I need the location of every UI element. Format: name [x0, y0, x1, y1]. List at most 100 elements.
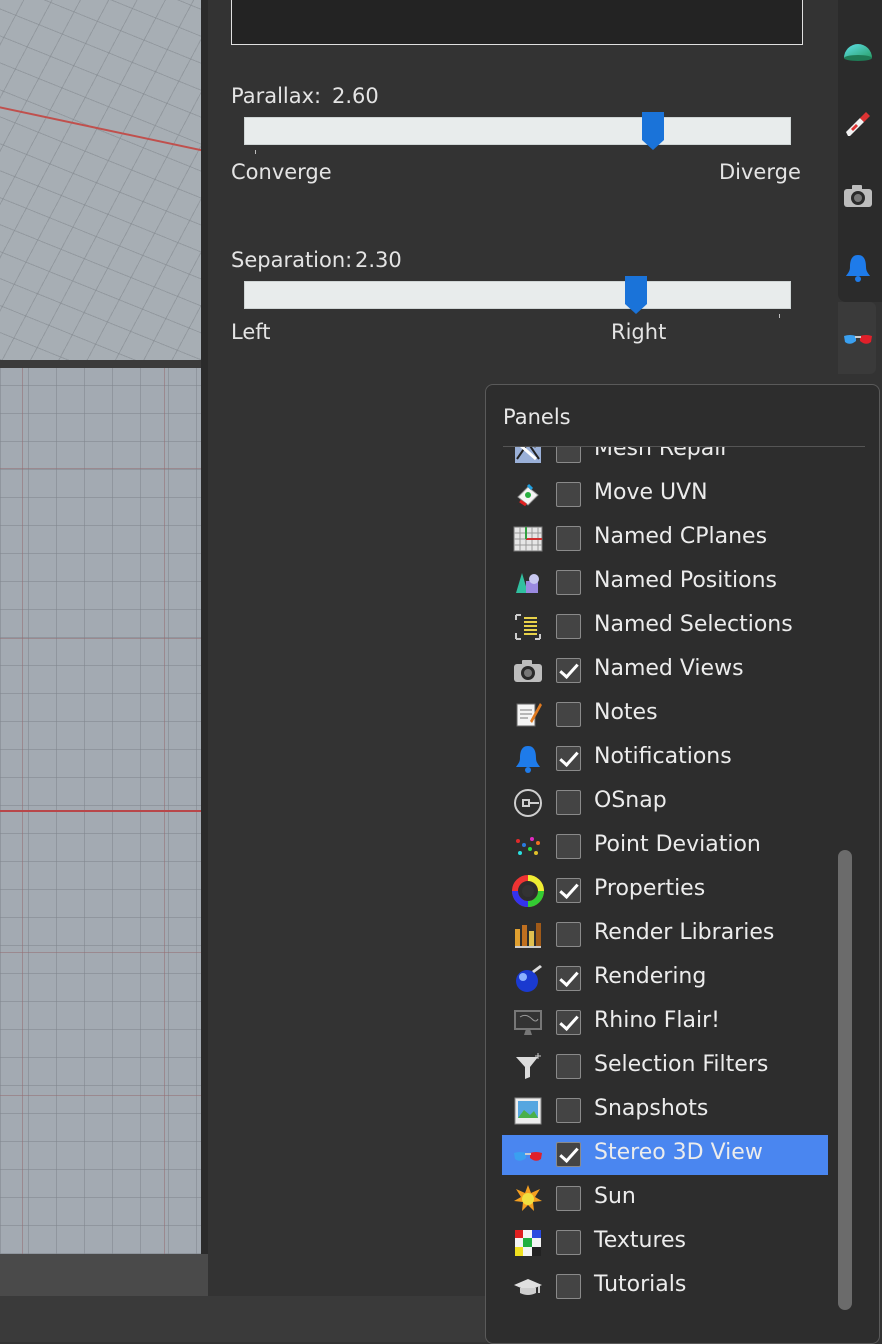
panel-item-label: Textures [594, 1228, 686, 1253]
panel-item-label: Stereo 3D View [594, 1140, 763, 1165]
separation-label: Separation: [231, 248, 353, 272]
x-axis-line [0, 810, 201, 812]
parallax-slider[interactable] [244, 117, 791, 145]
panel-item-checkbox[interactable] [556, 482, 581, 507]
separation-slider[interactable] [244, 281, 791, 309]
panel-item-textures[interactable]: Textures [502, 1223, 828, 1263]
panels-list: Mesh Repair Move UVN Named CPlanes Named Po… [486, 447, 881, 1327]
panel-item-properties[interactable]: Properties [502, 871, 828, 911]
panel-item-checkbox[interactable] [556, 1142, 581, 1167]
panel-item-checkbox[interactable] [556, 447, 581, 463]
panel-item-label: Move UVN [594, 480, 708, 505]
panel-item-move-uvn[interactable]: Move UVN [502, 475, 828, 515]
panel-item-tutorials[interactable]: Tutorials [502, 1267, 828, 1307]
panel-item-rendering[interactable]: Rendering [502, 959, 828, 999]
panel-item-notes[interactable]: Notes [502, 695, 828, 735]
viewport-splitter[interactable] [0, 360, 208, 368]
named-cplanes-icon [512, 523, 544, 555]
panel-item-label: Named CPlanes [594, 524, 768, 549]
separation-right-label: Right [611, 320, 667, 344]
viewport-perspective[interactable] [0, 0, 201, 360]
panel-item-checkbox[interactable] [556, 746, 581, 771]
notes-icon [512, 699, 544, 731]
panel-item-checkbox[interactable] [556, 1010, 581, 1035]
grid-major-line [0, 952, 201, 953]
slider-tick [779, 314, 780, 318]
move-uvn-icon [512, 479, 544, 511]
textures-icon [512, 1227, 544, 1259]
panel-item-label: Named Selections [594, 612, 793, 637]
panel-item-osnap[interactable]: OSnap [502, 783, 828, 823]
panel-item-label: Notes [594, 700, 658, 725]
panel-item-checkbox[interactable] [556, 1098, 581, 1123]
stereo-glasses-icon [512, 1139, 544, 1171]
snapshots-icon [512, 1095, 544, 1127]
panel-item-sun[interactable]: Sun [502, 1179, 828, 1219]
panel-item-label: Rhino Flair! [594, 1008, 720, 1033]
dome-render-icon[interactable] [842, 34, 874, 66]
x-axis-line [0, 100, 201, 161]
panel-item-named-cplanes[interactable]: Named CPlanes [502, 519, 828, 559]
panel-item-point-deviation[interactable]: Point Deviation [502, 827, 828, 867]
point-deviation-icon [512, 831, 544, 863]
rendering-sphere-icon [512, 963, 544, 995]
panel-item-checkbox[interactable] [556, 1230, 581, 1255]
grid-major-line [0, 1095, 201, 1096]
panel-item-mesh-repair[interactable]: Mesh Repair [502, 447, 828, 471]
panel-item-checkbox[interactable] [556, 922, 581, 947]
panel-item-checkbox[interactable] [556, 526, 581, 551]
panel-item-checkbox[interactable] [556, 658, 581, 683]
parallax-slider-thumb[interactable] [641, 112, 664, 150]
panel-item-checkbox[interactable] [556, 790, 581, 815]
panel-item-checkbox[interactable] [556, 614, 581, 639]
panel-item-label: Rendering [594, 964, 707, 989]
properties-color-wheel-icon [512, 875, 544, 907]
panels-title: Panels [503, 405, 571, 429]
panel-item-render-libraries[interactable]: Render Libraries [502, 915, 828, 955]
named-positions-icon [512, 567, 544, 599]
notification-bell-icon [512, 743, 544, 775]
panel-item-label: Render Libraries [594, 920, 775, 945]
parallax-diverge-label: Diverge [719, 160, 801, 184]
panel-item-label: Tutorials [594, 1272, 687, 1297]
panel-item-label: Sun [594, 1184, 636, 1209]
separation-slider-thumb[interactable] [625, 276, 648, 314]
panel-item-selection-filters[interactable]: Selection Filters [502, 1047, 828, 1087]
panel-item-checkbox[interactable] [556, 966, 581, 991]
panel-item-notifications[interactable]: Notifications [502, 739, 828, 779]
stereo-glasses-icon[interactable] [842, 322, 874, 354]
viewport-border [201, 0, 208, 1296]
named-selections-icon [512, 611, 544, 643]
rhino-flair-icon [512, 1007, 544, 1039]
parallax-value: 2.60 [332, 84, 379, 108]
viewport-tabs-bar [0, 1254, 208, 1296]
viewport-top[interactable] [0, 368, 201, 1254]
panel-item-stereo-3d-view[interactable]: Stereo 3D View [502, 1135, 828, 1175]
paint-brush-icon[interactable] [842, 108, 874, 140]
panel-item-checkbox[interactable] [556, 878, 581, 903]
selection-filter-funnel-icon [512, 1051, 544, 1083]
panel-item-label: Selection Filters [594, 1052, 769, 1077]
osnap-icon [512, 787, 544, 819]
panel-item-label: Named Views [594, 656, 744, 681]
panels-menu: Panels Mesh Repair Move UVN Named CPlanes N… [485, 384, 880, 1344]
panel-item-named-selections[interactable]: Named Selections [502, 607, 828, 647]
panel-item-named-views[interactable]: Named Views [502, 651, 828, 691]
panel-item-checkbox[interactable] [556, 702, 581, 727]
panel-item-label: Properties [594, 876, 706, 901]
panel-item-rhino-flair[interactable]: Rhino Flair! [502, 1003, 828, 1043]
panel-item-checkbox[interactable] [556, 1274, 581, 1299]
panels-scrollbar[interactable] [838, 850, 852, 1310]
camera-icon[interactable] [842, 180, 874, 212]
sun-icon [512, 1183, 544, 1215]
parallax-label: Parallax: [231, 84, 322, 108]
panel-item-checkbox[interactable] [556, 570, 581, 595]
panel-item-checkbox[interactable] [556, 834, 581, 859]
camera-icon [512, 655, 544, 687]
panel-item-checkbox[interactable] [556, 1054, 581, 1079]
panel-item-checkbox[interactable] [556, 1186, 581, 1211]
panel-item-named-positions[interactable]: Named Positions [502, 563, 828, 603]
status-bar [0, 1296, 486, 1342]
notification-bell-icon[interactable] [842, 252, 874, 284]
panel-item-snapshots[interactable]: Snapshots [502, 1091, 828, 1131]
